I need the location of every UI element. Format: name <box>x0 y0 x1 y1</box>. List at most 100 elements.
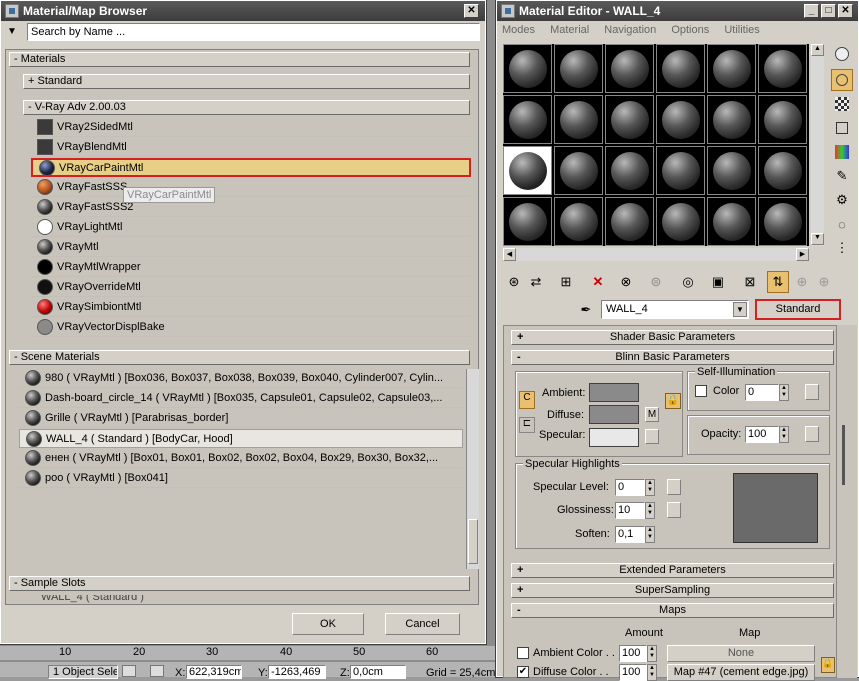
scroll-left-arrow-icon[interactable]: ◀ <box>503 248 516 261</box>
select-by-material-icon[interactable]: ◌ <box>831 213 853 235</box>
lock-icon[interactable]: 🔒 <box>821 657 835 673</box>
ok-button[interactable]: OK <box>292 613 364 635</box>
sample-slot[interactable] <box>707 197 756 246</box>
assign-to-selection-icon[interactable]: ⊞ <box>555 271 577 293</box>
diffuse-amount-spinner[interactable]: ▲ ▼ <box>647 664 657 681</box>
shader-basic-parameters-rollout[interactable]: + Shader Basic Parameters <box>511 330 834 345</box>
transform-mode-icon[interactable] <box>150 665 164 677</box>
opacity-value-field[interactable]: 100 <box>745 426 779 443</box>
get-material-icon[interactable]: ⊛ <box>503 271 525 293</box>
list-item[interactable]: VRayMtlWrapper <box>31 258 471 277</box>
ambient-amount-field[interactable]: 100 <box>619 645 647 662</box>
scroll-up-arrow-icon[interactable]: ▲ <box>811 44 824 56</box>
extended-parameters-rollout[interactable]: + Extended Parameters <box>511 563 834 578</box>
vray-group-header[interactable]: - V-Ray Adv 2.00.03 <box>23 100 470 115</box>
opacity-spinner[interactable]: ▲ ▼ <box>779 426 789 443</box>
self-illum-value-field[interactable]: 0 <box>745 384 779 401</box>
sample-slot[interactable] <box>554 44 603 93</box>
list-item[interactable]: VRayFastSSS <box>31 178 471 197</box>
video-color-check-icon[interactable] <box>831 141 853 163</box>
self-illum-map-button[interactable] <box>805 384 819 400</box>
scrollbar[interactable] <box>466 369 479 569</box>
sample-slot-active[interactable] <box>503 146 552 195</box>
menu-utilities[interactable]: Utilities <box>724 24 759 36</box>
list-item-selected[interactable]: VRayCarPaintMtl <box>31 158 471 177</box>
sample-slot[interactable] <box>605 197 654 246</box>
list-item[interactable]: VRayMtl <box>31 238 471 257</box>
options-menu-icon[interactable]: ▼ <box>7 26 17 37</box>
sample-slots-header[interactable]: - Sample Slots <box>9 576 470 591</box>
sample-uv-tiling-icon[interactable] <box>831 117 853 139</box>
maximize-icon[interactable]: □ <box>821 4 836 18</box>
glossiness-field[interactable]: 10 <box>615 502 645 519</box>
opacity-map-button[interactable] <box>805 426 819 442</box>
sample-slot[interactable] <box>554 197 603 246</box>
chevron-down-icon[interactable]: ▼ <box>733 302 747 317</box>
slots-horizontal-scrollbar[interactable]: ◀ ▶ <box>503 248 809 261</box>
menu-modes[interactable]: Modes <box>502 24 535 36</box>
slots-vertical-scrollbar[interactable]: ▲ ▼ <box>811 44 824 246</box>
sample-slot[interactable] <box>503 197 552 246</box>
close-icon[interactable]: ✕ <box>464 4 479 18</box>
list-item[interactable]: Dash-board_circle_14 ( VRayMtl ) [Box035… <box>19 389 463 408</box>
eyedropper-icon[interactable]: ✒ <box>575 299 597 321</box>
sample-slot[interactable] <box>707 146 756 195</box>
list-item[interactable]: Grille ( VRayMtl ) [Parabrisas_border] <box>19 409 463 428</box>
sample-slot[interactable] <box>707 44 756 93</box>
browser-titlebar[interactable]: Material/Map Browser ✕ <box>1 1 485 21</box>
materials-group-header[interactable]: - Materials <box>9 52 470 67</box>
background-checker-icon[interactable] <box>831 93 853 115</box>
glossiness-map-button[interactable] <box>667 502 681 518</box>
list-item[interactable]: VRayVectorDisplBake <box>31 318 471 337</box>
list-item[interactable]: VRayLightMtl <box>31 218 471 237</box>
sample-slot[interactable] <box>554 95 603 144</box>
scroll-indicator[interactable] <box>842 425 845 485</box>
make-preview-icon[interactable]: ✎ <box>831 165 853 187</box>
pick-material-icon[interactable]: ⊕ <box>813 271 835 293</box>
list-item[interactable]: poo ( VRayMtl ) [Box041] <box>19 469 463 488</box>
diffuse-map-button[interactable]: Map #47 (cement edge.jpg) <box>667 664 815 681</box>
self-illum-color-checkbox[interactable] <box>695 385 707 397</box>
supersampling-rollout[interactable]: + SuperSampling <box>511 583 834 598</box>
sample-slot[interactable] <box>758 197 807 246</box>
sample-slot[interactable] <box>656 146 705 195</box>
cancel-button[interactable]: Cancel <box>385 613 460 635</box>
ambient-map-checkbox[interactable] <box>517 647 529 659</box>
specular-level-map-button[interactable] <box>667 479 681 495</box>
sample-slot[interactable] <box>758 146 807 195</box>
go-to-parent-icon[interactable]: ⇅ <box>767 271 789 293</box>
sample-slot[interactable] <box>758 95 807 144</box>
diffuse-color-swatch[interactable] <box>589 405 639 424</box>
soften-spinner[interactable]: ▲ ▼ <box>645 526 655 543</box>
diffuse-map-button[interactable]: M <box>645 407 659 422</box>
ambient-amount-spinner[interactable]: ▲ ▼ <box>647 645 657 662</box>
menu-navigation[interactable]: Navigation <box>604 24 656 36</box>
sample-slot[interactable] <box>656 95 705 144</box>
make-unique-icon[interactable]: ⊗ <box>615 271 637 293</box>
list-item[interactable]: VRayFastSSS2 <box>31 198 471 217</box>
ambient-map-button[interactable]: None <box>667 645 815 662</box>
specular-map-button[interactable] <box>645 429 659 444</box>
scroll-right-arrow-icon[interactable]: ▶ <box>796 248 809 261</box>
backlight-icon[interactable] <box>831 69 853 91</box>
sample-type-sphere-icon[interactable] <box>831 43 853 65</box>
sample-slot[interactable] <box>605 44 654 93</box>
menu-material[interactable]: Material <box>550 24 589 36</box>
reset-map-icon[interactable]: ✕ <box>587 271 609 293</box>
material-type-button[interactable]: Standard <box>755 299 841 320</box>
list-item[interactable]: WALL_4 ( Standard ) [BodyCar, Hood] <box>19 429 463 448</box>
lock-selection-icon[interactable] <box>122 665 136 677</box>
sample-slot[interactable] <box>656 44 705 93</box>
self-illum-spinner[interactable]: ▲ ▼ <box>779 384 789 401</box>
lock-icon[interactable]: 🔒 <box>665 393 681 409</box>
sample-slot[interactable] <box>758 44 807 93</box>
blinn-basic-parameters-rollout[interactable]: - Blinn Basic Parameters <box>511 350 834 365</box>
close-icon[interactable]: ✕ <box>838 4 853 18</box>
sample-slot[interactable] <box>605 95 654 144</box>
scrollbar-thumb[interactable] <box>468 519 478 564</box>
standard-group-header[interactable]: + Standard <box>23 74 470 89</box>
sample-slot[interactable] <box>656 197 705 246</box>
material-id-channel-icon[interactable]: ◎ <box>677 271 699 293</box>
material-name-field[interactable]: WALL_4 ▼ <box>601 300 749 319</box>
specular-color-swatch[interactable] <box>589 428 639 447</box>
